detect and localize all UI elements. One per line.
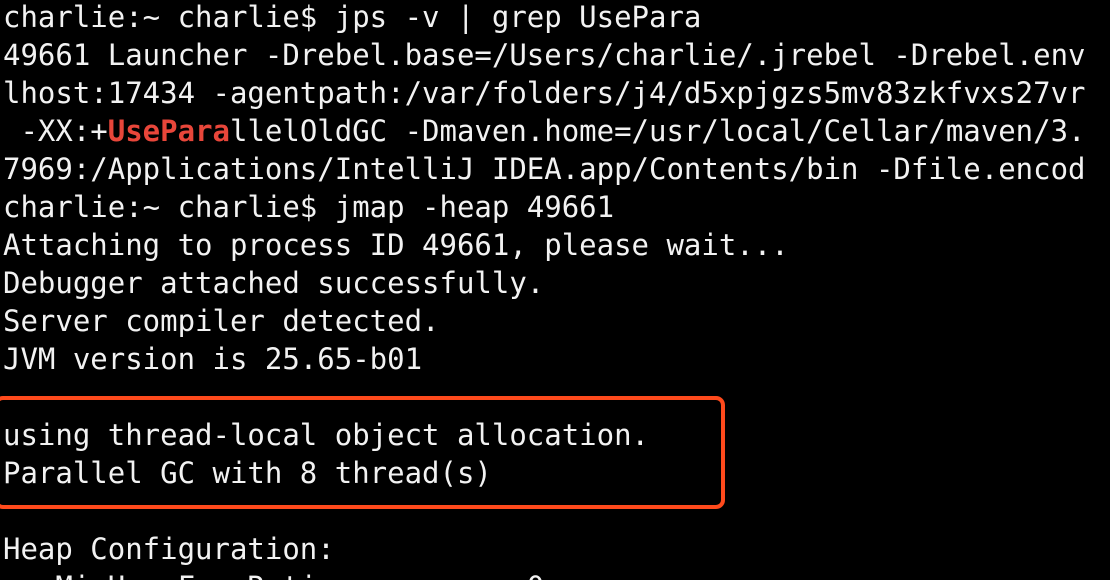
- terminal-line-output: JVM version is 25.65-b01: [3, 342, 423, 376]
- line-suffix: llelOldGC -Dmaven.home=/usr/local/Cellar…: [229, 114, 1086, 148]
- terminal-line-output: 7969:/Applications/IntelliJ IDEA.app/Con…: [3, 152, 1086, 186]
- grep-match-highlight: UsePara: [107, 114, 230, 148]
- line-prefix: -XX:+: [3, 114, 108, 148]
- terminal-line-output: lhost:17434 -agentpath:/var/folders/j4/d…: [3, 76, 1086, 110]
- terminal-line-output: -XX:+UseParallelOldGC -Dmaven.home=/usr/…: [3, 112, 1086, 150]
- terminal-line-command-jps: charlie:~ charlie$ jps -v | grep UsePara: [3, 0, 702, 34]
- terminal-line-output: Server compiler detected.: [3, 304, 440, 338]
- terminal-line-command-jmap: charlie:~ charlie$ jmap -heap 49661: [3, 190, 615, 224]
- terminal-line-output: Attaching to process ID 49661, please wa…: [3, 228, 789, 262]
- terminal-window[interactable]: charlie:~ charlie$ jps -v | grep UsePara…: [0, 0, 1110, 580]
- annotation-highlight-box: [0, 396, 725, 509]
- terminal-line-output: Debugger attached successfully.: [3, 266, 545, 300]
- terminal-line-output: Heap Configuration:: [3, 532, 335, 566]
- terminal-line-output: 49661 Launcher -Drebel.base=/Users/charl…: [3, 38, 1086, 72]
- terminal-line-output: MinHeapFreeRatio = 0: [3, 568, 544, 580]
